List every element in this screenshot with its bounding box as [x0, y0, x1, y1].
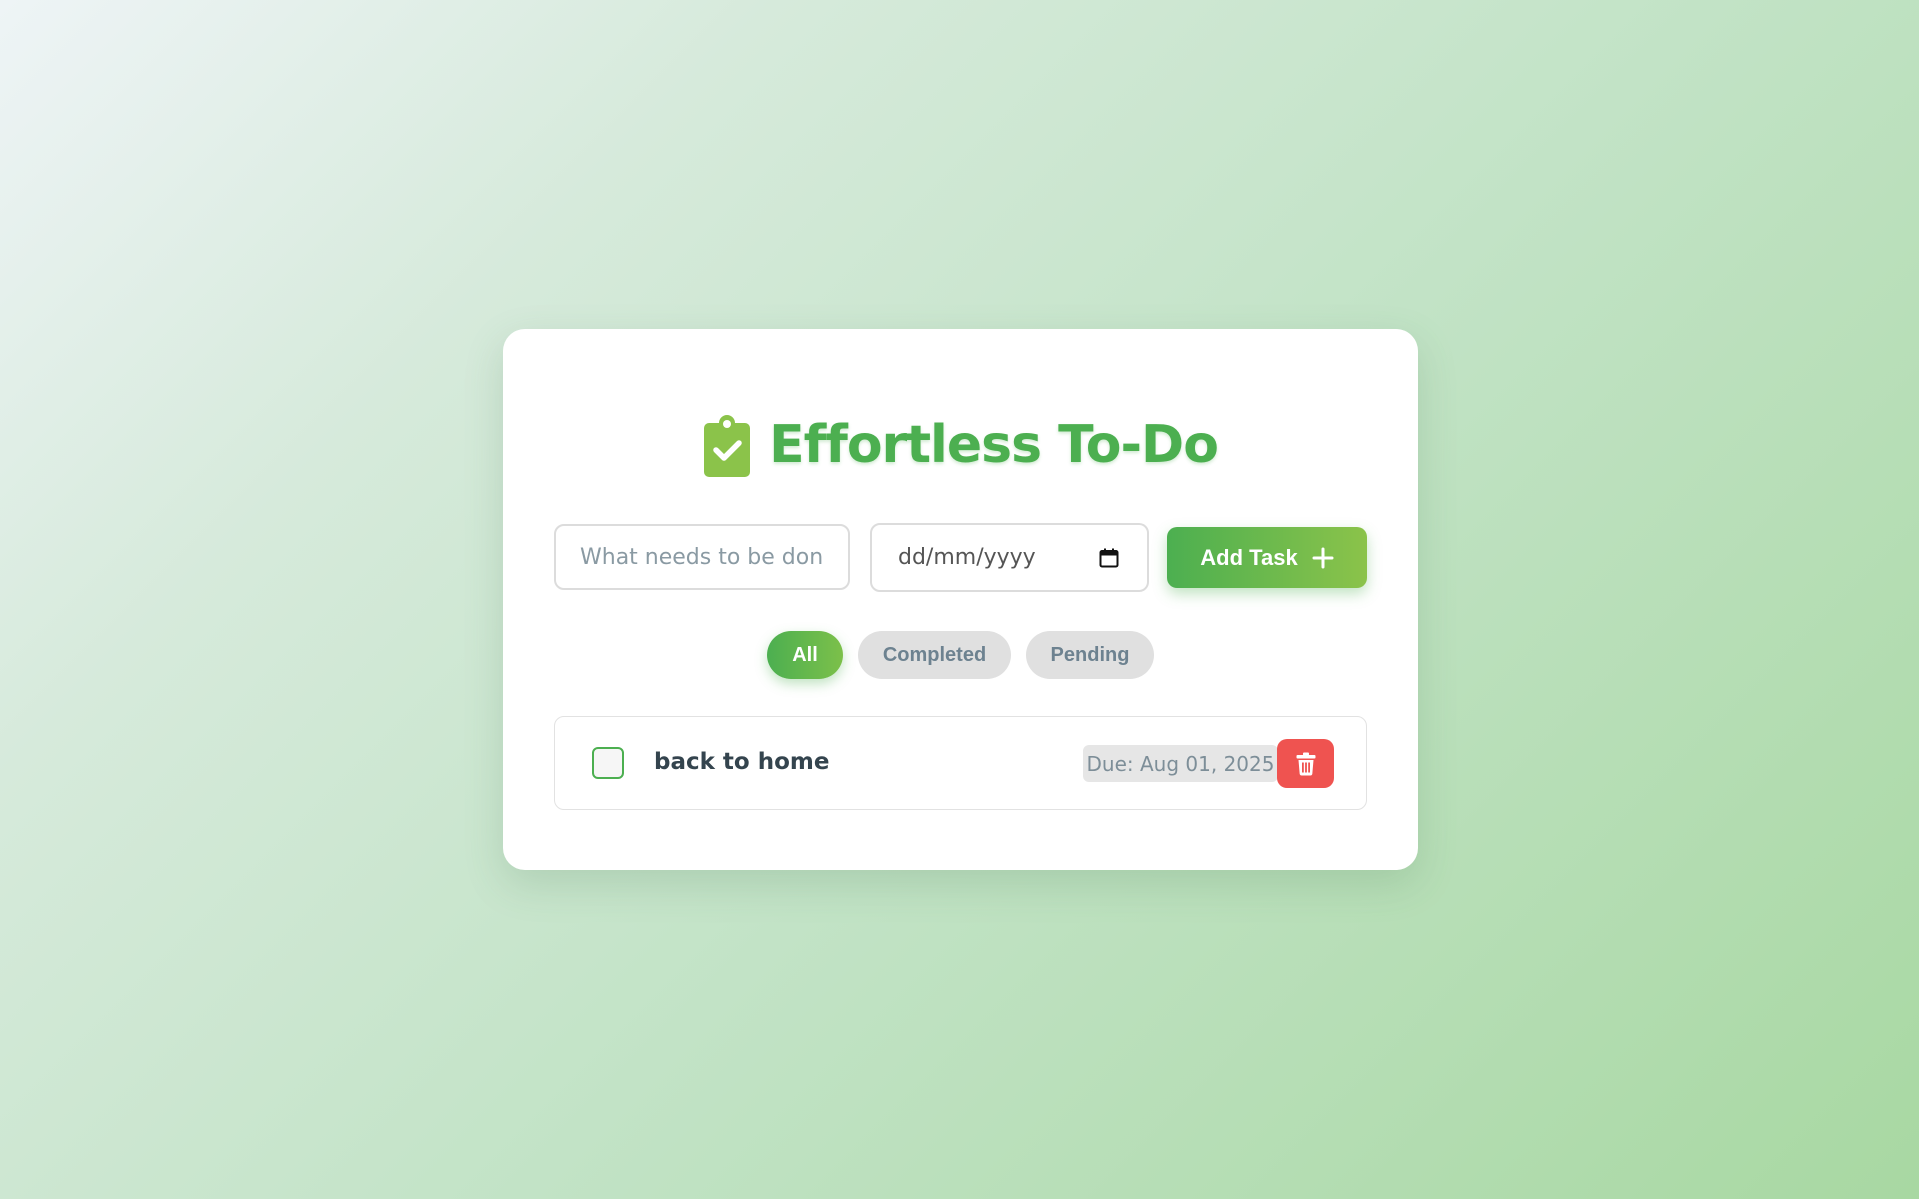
filter-all-button[interactable]: All	[767, 631, 843, 679]
plus-icon	[1312, 547, 1334, 568]
task-checkbox[interactable]	[592, 747, 624, 779]
todo-card: Effortless To-Do dd/mm/yyyy Add Task All…	[503, 329, 1418, 870]
task-list-item: back to home Due: Aug 01, 2025	[554, 716, 1367, 810]
due-date-input[interactable]: dd/mm/yyyy	[870, 523, 1149, 592]
add-task-button[interactable]: Add Task	[1167, 527, 1367, 588]
filter-completed-button[interactable]: Completed	[858, 631, 1011, 679]
delete-task-button[interactable]	[1277, 739, 1334, 788]
trash-icon	[1296, 752, 1315, 776]
page-title: Effortless To-Do	[769, 415, 1219, 475]
filter-bar: All Completed Pending	[503, 631, 1418, 679]
clipboard-check-icon	[704, 415, 751, 477]
due-date-badge: Due: Aug 01, 2025	[1083, 745, 1278, 782]
date-placeholder: dd/mm/yyyy	[898, 545, 1036, 570]
task-text: back to home	[654, 749, 830, 775]
task-input[interactable]	[554, 524, 850, 590]
header: Effortless To-Do	[503, 413, 1418, 477]
filter-pending-button[interactable]: Pending	[1026, 631, 1154, 679]
calendar-icon[interactable]	[1099, 548, 1119, 568]
add-task-label: Add Task	[1200, 544, 1298, 570]
